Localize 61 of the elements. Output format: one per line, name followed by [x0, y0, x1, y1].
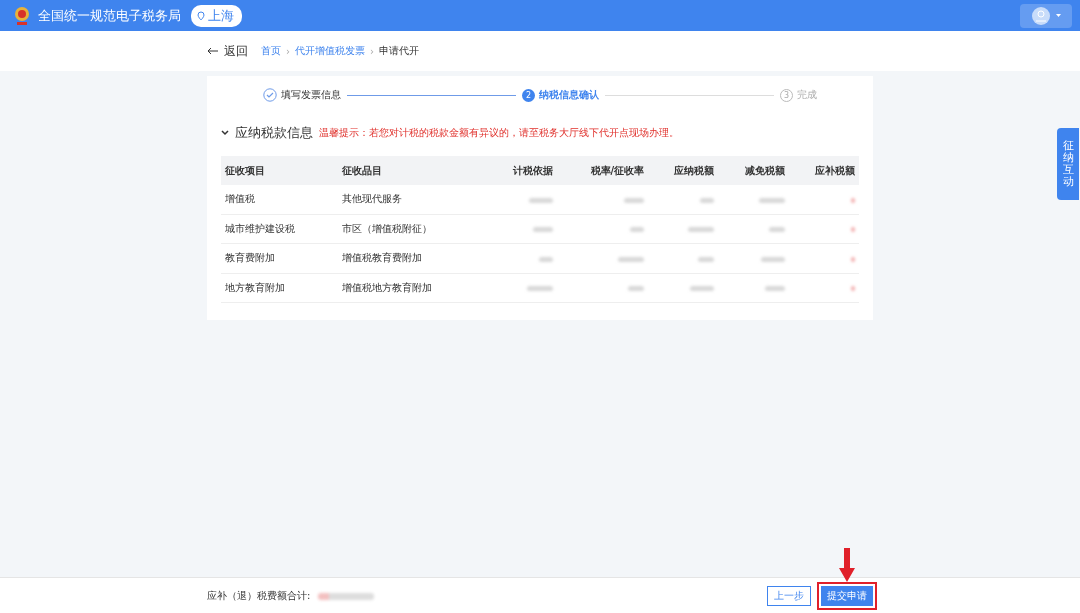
breadcrumb-link[interactable]: 代开增值税发票	[295, 44, 365, 58]
step-label: 填写发票信息	[281, 88, 341, 102]
back-arrow-icon	[207, 47, 219, 55]
blurred-value	[851, 227, 855, 233]
table-cell: 市区（增值税附征）	[342, 222, 433, 234]
table-cell: 增值税教育费附加	[342, 252, 423, 264]
submit-button[interactable]: 提交申请	[821, 586, 873, 606]
table-cell: 其他现代服务	[342, 193, 403, 205]
table-cell: 教育费附加	[225, 252, 275, 264]
column-header: 征收品目	[338, 156, 487, 185]
breadcrumb-link[interactable]: 申请代开	[379, 44, 419, 58]
back-link[interactable]: 返回	[207, 42, 248, 60]
user-menu[interactable]	[1020, 3, 1072, 28]
blurred-value	[538, 256, 553, 262]
blurred-value	[532, 227, 553, 233]
column-header: 减免税额	[718, 156, 789, 185]
table-cell: 地方教育附加	[225, 281, 285, 293]
location-pin-icon	[197, 10, 205, 21]
step-number: 2	[522, 88, 535, 102]
avatar-icon	[1031, 6, 1050, 25]
blurred-value	[690, 286, 715, 292]
blurred-value	[758, 197, 785, 203]
separator-icon: ›	[286, 45, 290, 57]
caret-icon	[1055, 13, 1061, 18]
column-header: 征收项目	[221, 156, 339, 185]
step-label: 完成	[797, 88, 817, 102]
step-label: 纳税信息确认	[539, 88, 599, 102]
blurred-value	[764, 286, 785, 292]
table-cell: 城市维护建设税	[225, 222, 295, 234]
region-badge[interactable]: 上海	[191, 4, 242, 27]
blurred-value	[318, 592, 375, 600]
blurred-value	[768, 227, 785, 233]
blurred-value	[528, 197, 553, 203]
emblem-icon	[12, 4, 32, 27]
app-title: 全国统一规范电子税务局	[38, 6, 181, 25]
blurred-value	[760, 256, 785, 262]
chevron-down-icon[interactable]	[221, 130, 229, 136]
section-title: 应纳税款信息	[235, 124, 313, 142]
blurred-value	[851, 286, 855, 292]
breadcrumb-link[interactable]: 首页	[261, 44, 281, 58]
total-label: 应补（退）税费额合计:	[207, 589, 311, 603]
blurred-value	[688, 227, 715, 233]
blurred-value	[698, 256, 715, 262]
blurred-value	[700, 197, 715, 203]
blurred-value	[851, 197, 855, 203]
blurred-value	[526, 286, 553, 292]
separator-icon: ›	[370, 45, 374, 57]
table-cell: 增值税	[225, 193, 255, 205]
column-header: 应补税额	[788, 156, 859, 185]
blurred-value	[851, 256, 855, 262]
blurred-value	[618, 256, 645, 262]
blurred-value	[630, 227, 645, 233]
previous-button[interactable]: 上一步	[767, 586, 811, 606]
table-cell: 增值税地方教育附加	[342, 281, 433, 293]
column-header: 应纳税额	[648, 156, 719, 185]
notice-text: 温馨提示：若您对计税的税款金额有异议的，请至税务大厅线下代开点现场办理。	[319, 126, 679, 140]
column-header: 税率/征收率	[556, 156, 649, 185]
column-header: 计税依据	[486, 156, 557, 185]
side-tab[interactable]: 征纳互动	[1057, 128, 1079, 200]
blurred-value	[624, 197, 645, 203]
blurred-value	[628, 286, 645, 292]
